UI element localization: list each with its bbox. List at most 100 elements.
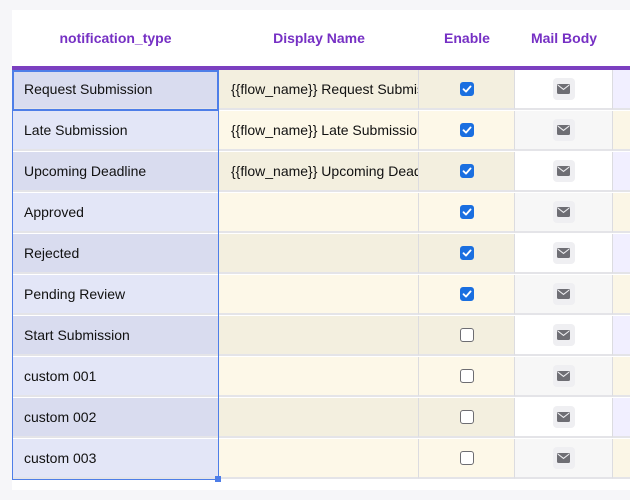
mail-body-cell: [515, 111, 613, 151]
notification-type-text: custom 002: [24, 409, 97, 425]
display-name-cell[interactable]: [219, 439, 419, 479]
notification-type-text: Request Submission: [24, 81, 153, 97]
display-name-cell[interactable]: [219, 275, 419, 315]
notification-type-cell[interactable]: Upcoming Deadline: [12, 152, 219, 192]
table-row: custom 003: [12, 439, 630, 479]
enable-checkbox[interactable]: [459, 246, 474, 260]
notification-type-cell[interactable]: Request Submission: [12, 70, 219, 110]
column-header-enable[interactable]: Enable: [419, 10, 515, 66]
mail-body-button[interactable]: [552, 283, 575, 305]
checkmark-icon: [462, 125, 472, 135]
mail-body-cell: [515, 152, 613, 192]
notification-grid: notification_type Display Name Enable Ma…: [12, 10, 630, 490]
notification-type-text: Start Submission: [24, 327, 130, 343]
column-header-mail-body[interactable]: Mail Body: [515, 10, 613, 66]
mail-body-button[interactable]: [552, 78, 575, 100]
envelope-icon: [557, 289, 570, 299]
enable-checkbox[interactable]: [459, 451, 474, 465]
table-row: Late Submission {{flow_name}} Late Submis…: [12, 111, 630, 151]
checkmark-icon: [462, 289, 472, 299]
checkmark-icon: [462, 84, 472, 94]
enable-checkbox[interactable]: [459, 205, 474, 219]
next-column-cell[interactable]: [613, 439, 630, 479]
mail-body-button[interactable]: [552, 365, 575, 387]
mail-body-button[interactable]: [552, 447, 575, 469]
mail-body-button[interactable]: [552, 242, 575, 264]
notification-type-text: Late Submission: [24, 122, 128, 138]
envelope-icon: [557, 166, 570, 176]
next-column-cell[interactable]: [613, 275, 630, 315]
notification-type-cell[interactable]: Pending Review: [12, 275, 219, 315]
envelope-icon: [557, 412, 570, 422]
fill-handle[interactable]: [215, 476, 221, 482]
mail-body-cell: [515, 398, 613, 438]
grid-header: notification_type Display Name Enable Ma…: [12, 10, 630, 70]
enable-checkbox[interactable]: [459, 410, 474, 424]
mail-body-cell: [515, 357, 613, 397]
notification-type-text: Approved: [24, 204, 84, 220]
mail-body-button[interactable]: [552, 406, 575, 428]
next-column-cell[interactable]: [613, 111, 630, 151]
enable-cell: [419, 234, 515, 274]
mail-body-button[interactable]: [552, 201, 575, 223]
display-name-cell[interactable]: [219, 316, 419, 356]
display-name-cell[interactable]: {{flow_name}} Request Submission: [219, 70, 419, 110]
next-column-cell[interactable]: [613, 357, 630, 397]
envelope-icon: [557, 371, 570, 381]
checkmark-icon: [462, 166, 472, 176]
display-name-cell[interactable]: [219, 357, 419, 397]
next-column-cell[interactable]: [613, 316, 630, 356]
notification-type-cell[interactable]: custom 001: [12, 357, 219, 397]
table-row: custom 001: [12, 357, 630, 397]
mail-body-cell: [515, 234, 613, 274]
display-name-cell[interactable]: [219, 193, 419, 233]
table-row: Request Submission {{flow_name}} Request …: [12, 70, 630, 110]
envelope-icon: [557, 330, 570, 340]
table-row: Rejected: [12, 234, 630, 274]
notification-type-text: custom 003: [24, 450, 97, 466]
next-column-cell[interactable]: [613, 234, 630, 274]
display-name-cell[interactable]: {{flow_name}} Late Submission: [219, 111, 419, 151]
next-column-cell[interactable]: [613, 193, 630, 233]
enable-checkbox[interactable]: [459, 123, 474, 137]
column-header-notification-type[interactable]: notification_type: [12, 10, 219, 66]
enable-checkbox[interactable]: [459, 82, 474, 96]
display-name-cell[interactable]: [219, 398, 419, 438]
table-row: Upcoming Deadline {{flow_name}} Upcoming …: [12, 152, 630, 192]
next-column-cell[interactable]: [613, 152, 630, 192]
enable-cell: [419, 111, 515, 151]
display-name-text: {{flow_name}} Request Submission: [231, 81, 418, 97]
mail-body-cell: [515, 70, 613, 110]
display-name-cell[interactable]: {{flow_name}} Upcoming Deadline: [219, 152, 419, 192]
mail-body-cell: [515, 316, 613, 356]
notification-type-cell[interactable]: custom 003: [12, 439, 219, 479]
table-row: Pending Review: [12, 275, 630, 315]
column-header-display-name[interactable]: Display Name: [219, 10, 419, 66]
notification-type-cell[interactable]: Late Submission: [12, 111, 219, 151]
enable-checkbox[interactable]: [459, 164, 474, 178]
notification-type-cell[interactable]: Start Submission: [12, 316, 219, 356]
mail-body-button[interactable]: [552, 160, 575, 182]
envelope-icon: [557, 248, 570, 258]
enable-checkbox[interactable]: [459, 328, 474, 342]
notification-type-cell[interactable]: custom 002: [12, 398, 219, 438]
notification-type-text: Pending Review: [24, 286, 126, 302]
envelope-icon: [557, 453, 570, 463]
mail-body-button[interactable]: [552, 119, 575, 141]
notification-type-cell[interactable]: Approved: [12, 193, 219, 233]
notification-type-cell[interactable]: Rejected: [12, 234, 219, 274]
next-column-cell[interactable]: [613, 398, 630, 438]
envelope-icon: [557, 207, 570, 217]
enable-checkbox[interactable]: [459, 369, 474, 383]
display-name-cell[interactable]: [219, 234, 419, 274]
envelope-icon: [557, 125, 570, 135]
enable-cell: [419, 357, 515, 397]
enable-cell: [419, 439, 515, 479]
enable-cell: [419, 70, 515, 110]
notification-type-text: Upcoming Deadline: [24, 163, 147, 179]
mail-body-button[interactable]: [552, 324, 575, 346]
enable-cell: [419, 275, 515, 315]
enable-checkbox[interactable]: [459, 287, 474, 301]
next-column-cell[interactable]: [613, 70, 630, 110]
mail-body-cell: [515, 439, 613, 479]
